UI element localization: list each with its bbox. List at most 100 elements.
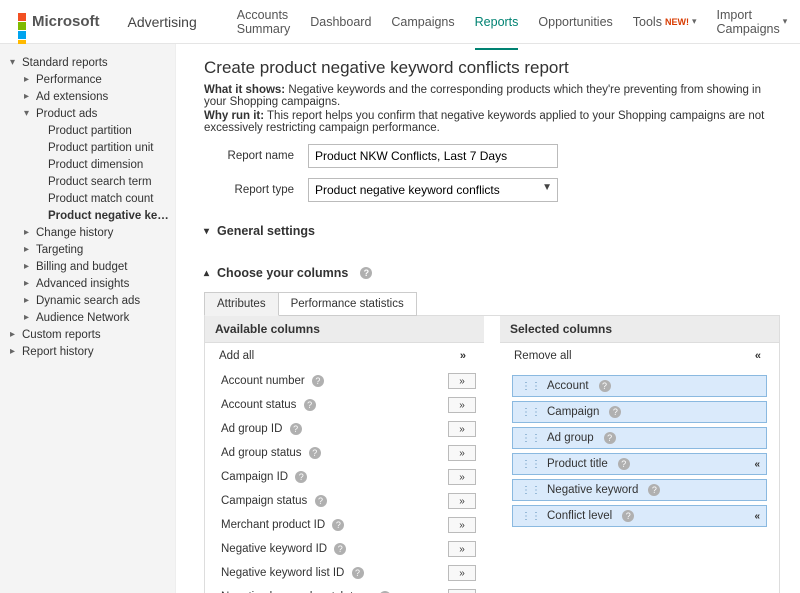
- add-column-button[interactable]: »: [448, 493, 476, 509]
- remove-all-button[interactable]: Remove all «: [500, 343, 779, 369]
- choose-columns-toggle[interactable]: ▴ Choose your columns ?: [204, 266, 780, 286]
- help-icon[interactable]: ?: [352, 567, 364, 579]
- help-icon[interactable]: ?: [295, 471, 307, 483]
- tree-item[interactable]: Targeting: [10, 241, 169, 258]
- drag-handle-icon[interactable]: ⋮⋮: [521, 381, 541, 392]
- remove-column-button[interactable]: «: [754, 511, 758, 522]
- tab-attributes[interactable]: Attributes: [204, 292, 279, 316]
- tree-item[interactable]: Product search term: [10, 173, 169, 190]
- nav-label: Campaigns: [391, 15, 454, 29]
- help-icon[interactable]: ?: [332, 519, 344, 531]
- selected-column-item[interactable]: ⋮⋮Negative keyword ?: [512, 479, 767, 501]
- section-title: Choose your columns: [217, 266, 348, 280]
- drag-handle-icon[interactable]: ⋮⋮: [521, 485, 541, 496]
- help-icon[interactable]: ?: [290, 423, 302, 435]
- nav-opportunities[interactable]: Opportunities: [538, 0, 612, 50]
- help-icon[interactable]: ?: [315, 495, 327, 507]
- what-it-shows: What it shows: Negative keywords and the…: [204, 84, 780, 108]
- report-type-value[interactable]: [308, 178, 558, 202]
- nav-import-campaigns[interactable]: Import Campaigns▾: [717, 0, 788, 50]
- help-icon[interactable]: ?: [609, 406, 621, 418]
- nav-tools[interactable]: ToolsNEW!▾: [633, 0, 697, 50]
- available-columns-list[interactable]: Account number ?»Account status ?»Ad gro…: [205, 369, 484, 593]
- tree-item[interactable]: Audience Network: [10, 309, 169, 326]
- new-badge: NEW!: [665, 17, 689, 27]
- selected-column-item[interactable]: ⋮⋮ Account ?: [512, 375, 767, 397]
- what-label: What it shows:: [204, 84, 285, 96]
- report-name-input[interactable]: [308, 144, 558, 168]
- add-all-label: Add all: [219, 350, 254, 362]
- nav-label: Reports: [475, 15, 519, 29]
- available-column-item: Campaign status ?»: [219, 489, 478, 513]
- selected-column-item[interactable]: ⋮⋮Campaign ?: [512, 401, 767, 423]
- tree-item[interactable]: Ad extensions: [10, 88, 169, 105]
- nav-dashboard[interactable]: Dashboard: [310, 0, 371, 50]
- column-label: Ad group ID ?: [221, 423, 302, 435]
- drag-handle-icon[interactable]: ⋮⋮: [521, 407, 541, 418]
- add-column-button[interactable]: »: [448, 589, 476, 593]
- tree-item[interactable]: Custom reports: [10, 326, 169, 343]
- general-settings-toggle[interactable]: ▾ General settings: [204, 224, 780, 244]
- drag-handle-icon[interactable]: ⋮⋮: [521, 511, 541, 522]
- help-icon[interactable]: ?: [309, 447, 321, 459]
- add-column-button[interactable]: »: [448, 373, 476, 389]
- tree-item[interactable]: Billing and budget: [10, 258, 169, 275]
- add-column-button[interactable]: »: [448, 469, 476, 485]
- add-column-button[interactable]: »: [448, 421, 476, 437]
- nav-accounts-summary[interactable]: Accounts Summary: [237, 0, 290, 50]
- help-icon[interactable]: ?: [604, 432, 616, 444]
- add-all-button[interactable]: Add all »: [205, 343, 484, 369]
- help-icon[interactable]: ?: [360, 267, 372, 279]
- help-icon[interactable]: ?: [622, 510, 634, 522]
- column-label: Ad group: [547, 432, 594, 444]
- tree-item[interactable]: Report history: [10, 343, 169, 360]
- nav-reports[interactable]: Reports: [475, 0, 519, 50]
- selected-column-item[interactable]: ⋮⋮ Conflict level ? «: [512, 505, 767, 527]
- tree-item[interactable]: Product ads: [10, 105, 169, 122]
- column-source-tabs: Attributes Performance statistics: [204, 292, 780, 316]
- drag-handle-icon[interactable]: ⋮⋮: [521, 459, 541, 470]
- brand-product: Advertising: [128, 14, 197, 30]
- chevron-left-double-icon: «: [755, 350, 759, 362]
- tree-item[interactable]: Product dimension: [10, 156, 169, 173]
- help-icon[interactable]: ?: [304, 399, 316, 411]
- tree-item[interactable]: Advanced insights: [10, 275, 169, 292]
- add-column-button[interactable]: »: [448, 541, 476, 557]
- tree-item[interactable]: Standard reports: [10, 54, 169, 71]
- nav-label: Import Campaigns: [717, 8, 780, 36]
- help-icon[interactable]: ?: [312, 375, 324, 387]
- help-icon[interactable]: ?: [334, 543, 346, 555]
- help-icon[interactable]: ?: [618, 458, 630, 470]
- help-icon[interactable]: ?: [648, 484, 660, 496]
- selected-column-item[interactable]: ⋮⋮ Ad group ?: [512, 427, 767, 449]
- add-column-button[interactable]: »: [448, 397, 476, 413]
- brand-company: Microsoft: [32, 13, 100, 30]
- report-type-select[interactable]: ▼: [308, 178, 558, 202]
- add-column-button[interactable]: »: [448, 445, 476, 461]
- column-label: Product title: [547, 458, 608, 470]
- tree-item[interactable]: Dynamic search ads: [10, 292, 169, 309]
- tree-item[interactable]: Performance: [10, 71, 169, 88]
- add-column-button[interactable]: »: [448, 565, 476, 581]
- column-label: Conflict level: [547, 510, 612, 522]
- help-icon[interactable]: ?: [599, 380, 611, 392]
- tree-item[interactable]: Product partition: [10, 122, 169, 139]
- available-column-item: Negative keyword match type ?»: [219, 585, 478, 593]
- nav-campaigns[interactable]: Campaigns: [391, 0, 454, 50]
- remove-column-button[interactable]: «: [754, 459, 758, 470]
- column-label: Negative keyword list ID ?: [221, 567, 364, 579]
- column-label: Campaign ID ?: [221, 471, 307, 483]
- tree-item[interactable]: Product negative keywo…: [10, 207, 169, 224]
- tree-item[interactable]: Change history: [10, 224, 169, 241]
- selected-column-item[interactable]: ⋮⋮ Product title ? «: [512, 453, 767, 475]
- tree-item[interactable]: Product partition unit: [10, 139, 169, 156]
- column-label: Account: [547, 380, 589, 392]
- available-title: Available columns: [205, 316, 484, 343]
- tree-item[interactable]: Product match count: [10, 190, 169, 207]
- chevron-down-icon: ▾: [692, 16, 697, 27]
- drag-handle-icon[interactable]: ⋮⋮: [521, 433, 541, 444]
- columns-panel: Available columns Add all » Account numb…: [204, 315, 780, 593]
- add-column-button[interactable]: »: [448, 517, 476, 533]
- selected-columns-list[interactable]: ⋮⋮Account ?⋮⋮Campaign ?⋮⋮Ad group ?⋮⋮Pro…: [500, 369, 779, 537]
- tab-performance-statistics[interactable]: Performance statistics: [279, 292, 417, 316]
